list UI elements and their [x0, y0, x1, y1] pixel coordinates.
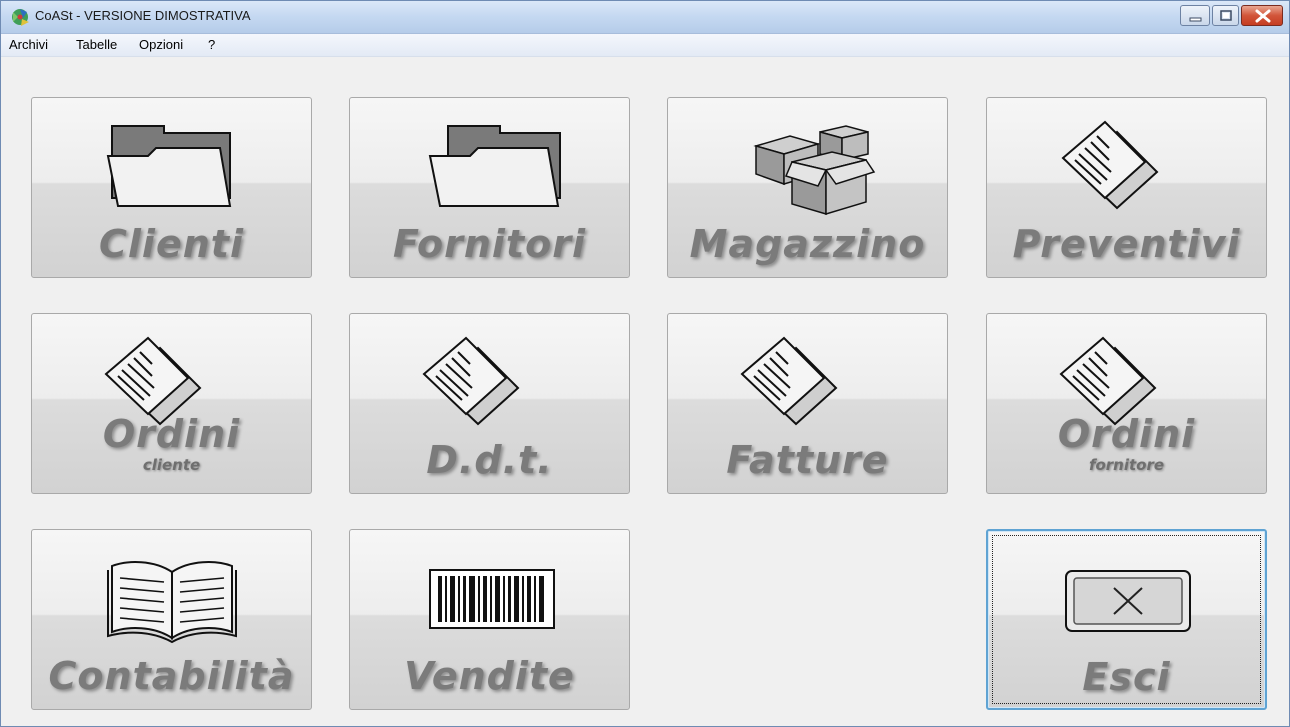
- clienti-button[interactable]: Clienti: [31, 97, 312, 278]
- preventivi-button[interactable]: Preventivi: [986, 97, 1267, 278]
- fatture-label: Fatture: [726, 438, 889, 482]
- main-panel: Clienti Fornitori Magazzino Preventivi O…: [1, 57, 1289, 726]
- preventivi-label: Preventivi: [1012, 222, 1241, 266]
- ddt-button[interactable]: D.d.t.: [349, 313, 630, 494]
- ordini-cliente-sublabel: cliente: [142, 456, 201, 474]
- clienti-label: Clienti: [99, 222, 244, 266]
- menu-opzioni[interactable]: Opzioni: [139, 37, 183, 52]
- minimize-button[interactable]: [1180, 5, 1210, 26]
- magazzino-label: Magazzino: [689, 222, 926, 266]
- vendite-button[interactable]: Vendite: [349, 529, 630, 710]
- ordini-fornitore-label: Ordini: [1057, 412, 1196, 456]
- esci-button[interactable]: Esci: [986, 529, 1267, 710]
- menu-help[interactable]: ?: [208, 37, 215, 52]
- menu-tabelle[interactable]: Tabelle: [76, 37, 117, 52]
- maximize-button[interactable]: [1212, 5, 1239, 26]
- contabilita-button[interactable]: Contabilità: [31, 529, 312, 710]
- vendite-label: Vendite: [404, 654, 575, 698]
- main-window: CoASt - VERSIONE DIMOSTRATIVA Archivi Ta…: [0, 0, 1290, 727]
- ordini-cliente-button[interactable]: Ordini cliente: [31, 313, 312, 494]
- coast-app-icon: [12, 9, 29, 26]
- ddt-label: D.d.t.: [426, 438, 553, 482]
- ordini-fornitore-sublabel: fornitore: [1088, 456, 1165, 474]
- title-bar[interactable]: CoASt - VERSIONE DIMOSTRATIVA: [1, 1, 1289, 34]
- minimize-icon: [1189, 17, 1202, 22]
- menu-archivi[interactable]: Archivi: [9, 37, 48, 52]
- fornitori-button[interactable]: Fornitori: [349, 97, 630, 278]
- maximize-icon: [1220, 10, 1232, 21]
- ordini-cliente-label: Ordini: [102, 412, 241, 456]
- fornitori-label: Fornitori: [393, 222, 586, 266]
- ordini-fornitore-button[interactable]: Ordini fornitore: [986, 313, 1267, 494]
- window-title: CoASt - VERSIONE DIMOSTRATIVA: [35, 8, 251, 23]
- contabilita-label: Contabilità: [48, 654, 295, 698]
- magazzino-button[interactable]: Magazzino: [667, 97, 948, 278]
- close-icon: [1255, 9, 1271, 23]
- esci-label: Esci: [1082, 655, 1171, 699]
- menu-bar: Archivi Tabelle Opzioni ?: [1, 34, 1289, 57]
- fatture-button[interactable]: Fatture: [667, 313, 948, 494]
- close-window-button[interactable]: [1241, 5, 1283, 26]
